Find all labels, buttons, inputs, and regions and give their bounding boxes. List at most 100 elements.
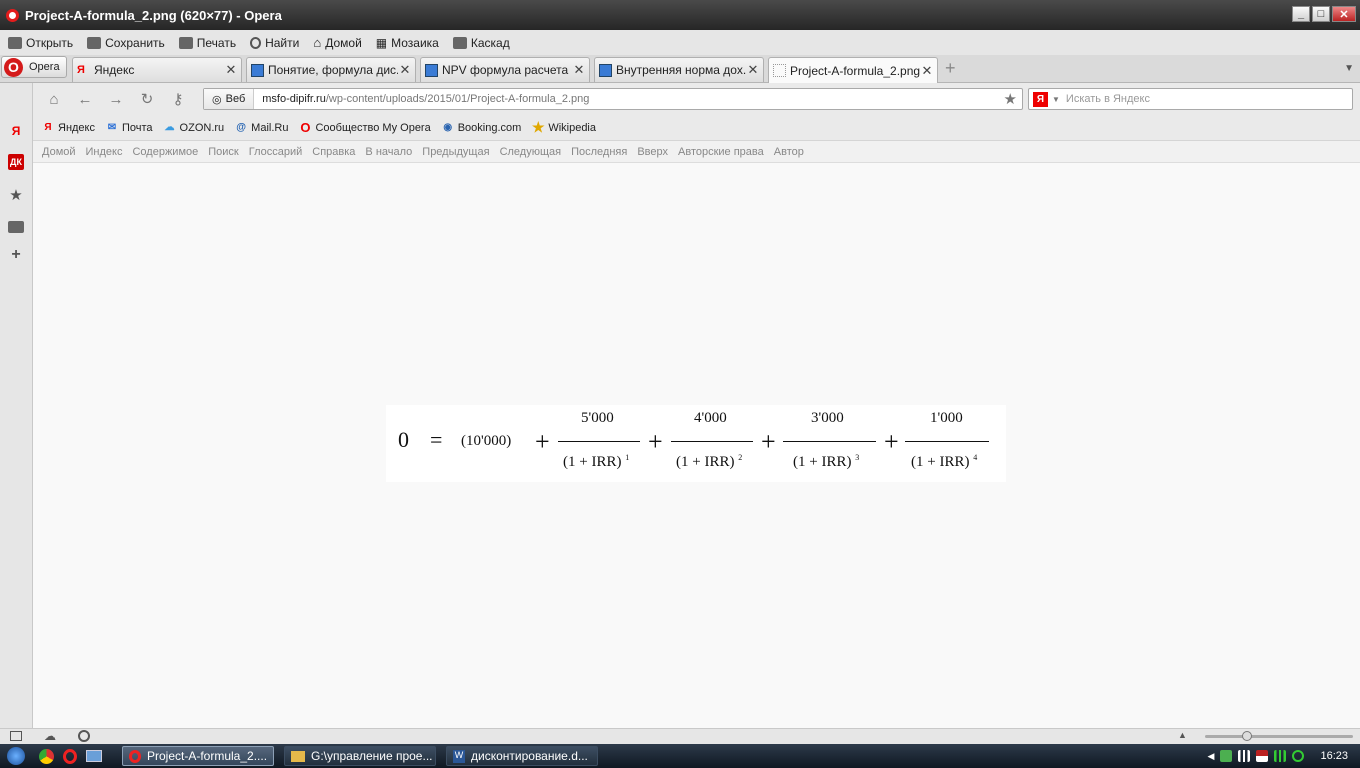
title-bar: Project-A-formula_2.png (620×77) - Opera… [0,0,1360,30]
mail-icon: ✉ [107,122,117,133]
bookmark-ozon[interactable]: ☁ OZON.ru [163,121,225,135]
yandex-search-icon[interactable]: Я [1033,91,1048,107]
tab-irr[interactable]: Внутренняя норма дох... ✕ [594,57,764,82]
nav-search-link[interactable]: Поиск [208,146,238,158]
tab-list-chevron-icon[interactable]: ▼ [1344,63,1354,74]
tab-title: Внутренняя норма дох... [616,63,746,77]
cascade-button[interactable]: Каскад [452,36,510,50]
bookmark-wikipedia[interactable]: ★ Wikipedia [531,119,596,135]
denominator-power: 2 [738,453,743,462]
home-nav-icon[interactable]: ⌂ [42,89,66,109]
opera-quicklaunch-icon[interactable] [60,746,80,766]
nav-home-link[interactable]: Домой [42,146,76,158]
bookmark-booking[interactable]: ◉ Booking.com [441,121,521,135]
bookmarks-star-icon[interactable]: ★ [8,187,24,204]
close-tab-icon[interactable]: ✕ [746,62,760,78]
nav-last-link[interactable]: Последняя [571,146,627,158]
zoom-slider[interactable] [1205,731,1353,741]
bookmark-pochta[interactable]: ✉ Почта [105,121,153,135]
clock[interactable]: 16:23 [1320,750,1348,762]
home-icon: ⌂ [313,35,322,50]
close-tab-icon[interactable]: ✕ [398,62,412,78]
taskbar-explorer-window[interactable]: G:\управление прое... [284,746,436,766]
formula-plus-2: + [648,427,663,456]
tab-ponyatie[interactable]: Понятие, формула дис... ✕ [246,57,416,82]
taskbar-word-window[interactable]: W дисконтирование.d... [446,746,598,766]
search-placeholder: Искать в Яндекс [1065,93,1150,105]
open-label: Открыть [26,35,74,50]
reload-icon[interactable]: ↻ [135,89,159,109]
tab-npv[interactable]: NPV формула расчета п... ✕ [420,57,590,82]
denominator-base: (1 + IRR) [563,454,622,470]
opera-menu-button[interactable]: O Opera [1,56,67,78]
site-info-button[interactable]: ◎ Веб [204,89,255,109]
start-button[interactable] [0,744,32,768]
maximize-button[interactable]: □ [1312,6,1330,22]
url-field[interactable]: ◎ Веб msfo-dipifr.ru/wp-content/uploads/2… [203,88,1023,110]
nav-help-link[interactable]: Справка [312,146,355,158]
url-path: /wp-content/uploads/2015/01/Project-A-fo… [325,93,590,105]
find-button[interactable]: Найти [250,36,299,50]
forward-arrow-icon[interactable]: → [104,89,128,109]
nav-index-link[interactable]: Индекс [86,146,123,158]
opera-menu-label: Opera [29,61,60,73]
cloud-icon[interactable]: ☁ [44,729,56,743]
panel-toggle-icon[interactable] [10,731,22,741]
view-up-icon[interactable]: ▲ [1178,730,1187,740]
nav-contents-link[interactable]: Содержимое [132,146,198,158]
bookmark-yandex[interactable]: Я Яндекс [41,121,95,135]
taskbar-label: G:\управление прое... [311,749,433,763]
denominator-power: 3 [855,453,860,462]
printer-icon [178,36,193,49]
key-icon[interactable]: ⚷ [166,89,190,109]
side-panel: Я ДК ★ + [0,83,33,728]
nav-glossary-link[interactable]: Глоссарий [249,146,303,158]
word-icon: W [453,749,465,763]
tab-formula-image[interactable]: Project-A-formula_2.png... ✕ [768,57,938,83]
formula-plus-3: + [761,427,776,456]
nav-first-link[interactable]: В начало [365,146,412,158]
close-tab-icon[interactable]: ✕ [572,62,586,78]
back-arrow-icon[interactable]: ← [73,89,97,109]
bookmark-my-opera[interactable]: O Сообщество My Opera [298,120,430,135]
nav-previous-link[interactable]: Предыдущая [422,146,489,158]
chrome-quicklaunch-icon[interactable] [36,746,56,766]
print-button[interactable]: Печать [178,36,236,50]
minimize-button[interactable]: _ [1292,6,1310,22]
grid-icon: ▦ [375,35,388,50]
save-button[interactable]: Сохранить [87,36,165,50]
document-icon [425,63,438,77]
tab-yandex[interactable]: Я Яндекс ✕ [72,57,242,82]
language-flag-icon[interactable] [1256,750,1269,762]
new-tab-icon[interactable]: + [945,59,961,77]
download-icon[interactable] [1220,750,1233,762]
open-button[interactable]: Открыть [8,36,73,50]
tile-label: Мозаика [391,35,439,50]
close-tab-icon[interactable]: ✕ [920,63,934,79]
status-ring-icon[interactable] [1292,750,1305,762]
nav-author-link[interactable]: Автор [774,146,804,158]
notes-icon[interactable] [8,221,24,233]
signal-icon[interactable] [1238,750,1251,762]
speed-dial-icon[interactable] [78,730,90,742]
yandex-panel-icon[interactable]: Я [8,123,24,139]
taskbar-opera-window[interactable]: Project-A-formula_2.... [122,746,274,766]
nav-copyright-link[interactable]: Авторские права [678,146,764,158]
bookmark-mailru[interactable]: @ Mail.Ru [234,121,288,135]
opera-icon [129,749,141,763]
search-field[interactable]: Я ▼ Искать в Яндекс [1028,88,1353,110]
close-tab-icon[interactable]: ✕ [224,62,238,78]
tray-expand-icon[interactable]: ◀ [1208,751,1215,762]
tile-button[interactable]: ▦ Мозаика [376,36,439,50]
nav-up-link[interactable]: Вверх [637,146,668,158]
zoom-slider-knob[interactable] [1242,731,1252,741]
network-icon[interactable] [1274,750,1287,762]
bookmark-star-icon[interactable]: ★ [1004,90,1017,108]
desktop-quicklaunch-icon[interactable] [84,746,104,766]
nav-next-link[interactable]: Следующая [500,146,562,158]
search-engine-chevron-icon[interactable]: ▼ [1052,95,1060,104]
close-button[interactable]: ✕ [1332,6,1356,22]
home-button[interactable]: ⌂ Домой [313,35,361,50]
dk-panel-icon[interactable]: ДК [8,154,24,170]
add-panel-icon[interactable]: + [8,246,24,263]
